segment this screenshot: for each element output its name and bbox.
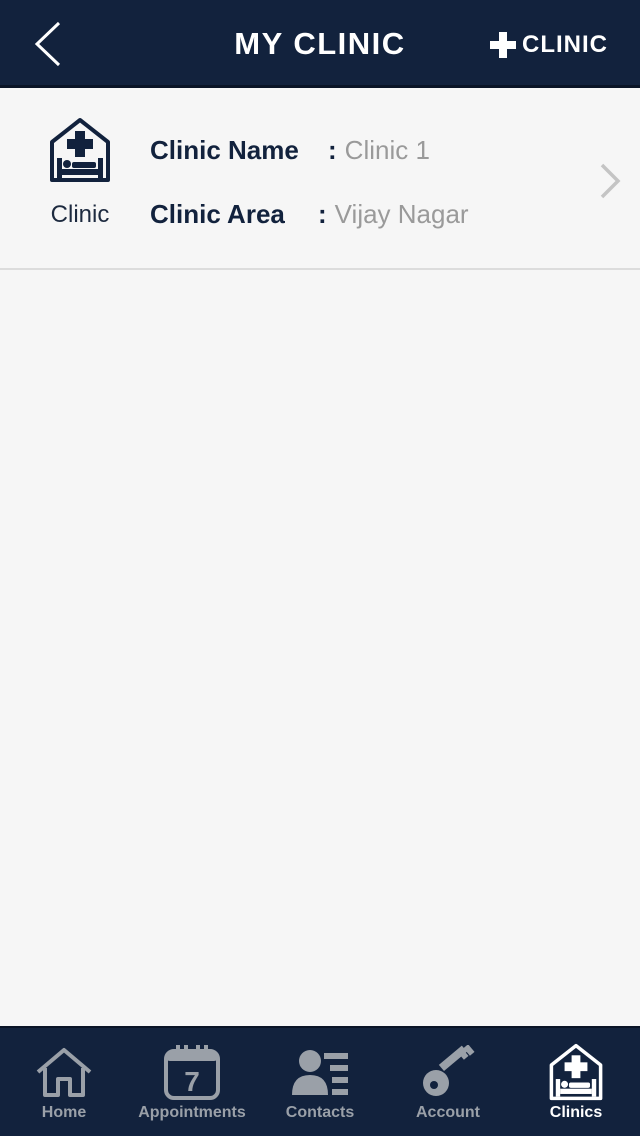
clinic-caption: Clinic [50, 201, 110, 228]
tab-bar: Home 7 Appointments Contacts Account Cli… [0, 1026, 640, 1136]
tab-appointments[interactable]: 7 Appointments [128, 1028, 256, 1136]
tab-label: Account [416, 1104, 480, 1121]
home-icon [36, 1048, 92, 1097]
tab-account[interactable]: Account [384, 1028, 512, 1136]
tab-home[interactable]: Home [0, 1028, 128, 1136]
clinic-area-line: Clinic Area: Vijay Nagar [150, 199, 469, 230]
calendar-day: 7 [184, 1066, 200, 1097]
contacts-icon [292, 1050, 348, 1095]
chevron-right-icon [600, 163, 621, 199]
my-clinic-screen: MY CLINIC CLINIC Clinic Clinic Name: Cl… [0, 0, 640, 1136]
add-clinic-button[interactable]: CLINIC [490, 28, 608, 62]
clinic-bed-icon [549, 1043, 603, 1101]
clinic-icon-block: Clinic [30, 117, 130, 229]
tab-label: Appointments [138, 1104, 246, 1121]
clinic-list-item[interactable]: Clinic Clinic Name: Clinic 1 Clinic Area:… [0, 91, 640, 270]
clinic-name-line: Clinic Name: Clinic 1 [150, 135, 430, 166]
clinic-area-label: Clinic Area [150, 199, 285, 229]
tab-label: Home [41, 1104, 87, 1121]
clinic-area-value: Vijay Nagar [334, 199, 469, 229]
separator: : [318, 199, 327, 229]
tab-contacts[interactable]: Contacts [256, 1028, 384, 1136]
clinic-name-label: Clinic Name [150, 135, 299, 165]
clinic-name-value: Clinic 1 [344, 135, 430, 165]
header-bar: MY CLINIC CLINIC [0, 0, 640, 88]
tab-clinics[interactable]: Clinics [512, 1028, 640, 1136]
key-icon [423, 1045, 475, 1096]
separator: : [328, 135, 337, 165]
clinic-bed-icon [50, 118, 110, 182]
calendar-icon: 7 [164, 1045, 220, 1100]
tab-label: Contacts [285, 1104, 355, 1121]
add-clinic-label: CLINIC [522, 31, 608, 58]
plus-icon [490, 32, 516, 58]
tab-label: Clinics [549, 1104, 603, 1121]
